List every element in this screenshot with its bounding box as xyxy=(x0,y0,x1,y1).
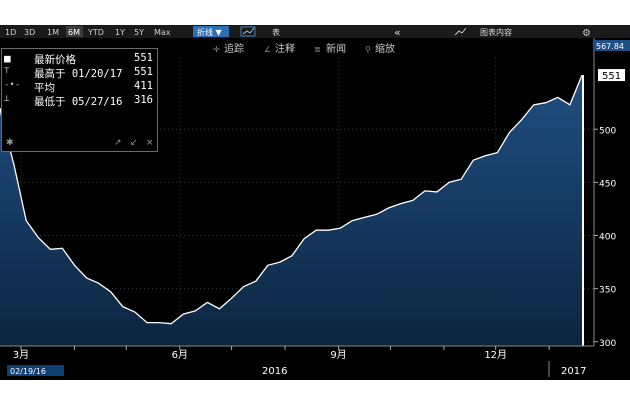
legend-expand-icon[interactable]: ↗ xyxy=(114,138,122,148)
range-tab-max[interactable]: Max xyxy=(154,28,171,37)
legend-value: 316 xyxy=(134,94,153,106)
range-tab-3d[interactable]: 3D xyxy=(24,28,35,37)
x-year-label-2016: 2016 xyxy=(262,366,287,377)
range-tab-5y[interactable]: 5Y xyxy=(134,28,144,37)
legend-footer: ✱ ↗ ↙ × xyxy=(2,138,157,151)
y-tick-label: 400 xyxy=(599,233,616,243)
average-marker-icon: -•- xyxy=(4,80,21,90)
start-date-label: 02/19/16 xyxy=(10,367,46,376)
legend-row-low: ⊥ 最低于 05/27/16 316 xyxy=(2,94,158,108)
legend-settings-icon[interactable]: ✱ xyxy=(6,138,14,148)
x-year-label-2017: 2017 xyxy=(561,366,586,377)
last-value-label: 551 xyxy=(602,71,621,82)
collapse-button[interactable]: « xyxy=(394,26,401,39)
chart-content-button[interactable]: 图表内容 xyxy=(480,27,512,37)
high-marker-icon: ⊤ xyxy=(4,66,10,76)
gear-icon[interactable]: ⚙ xyxy=(582,28,591,39)
legend-row-average: -•- 平均 411 xyxy=(2,80,158,94)
low-marker-icon: ⊥ xyxy=(4,94,10,104)
x-tick-label: 3月 xyxy=(13,349,29,361)
range-tab-1m[interactable]: 1M xyxy=(47,28,59,37)
news-icon: ≣ xyxy=(314,45,321,54)
y-tick-label: 300 xyxy=(599,339,616,349)
news-button[interactable]: 新闻 xyxy=(326,42,346,55)
annotate-button[interactable]: 注释 xyxy=(275,42,295,55)
top-value-label: 567.84 xyxy=(596,42,624,51)
legend-close-icon[interactable]: × xyxy=(146,138,154,148)
zoom-button[interactable]: 缩放 xyxy=(375,42,395,55)
table-button[interactable]: 表 xyxy=(272,27,280,37)
annotate-icon: ∠ xyxy=(264,45,271,54)
y-tick-label: 500 xyxy=(599,126,616,136)
x-tick-label: 9月 xyxy=(330,349,346,361)
chart-type-dropdown[interactable]: 折线 ▼ xyxy=(197,27,223,37)
chart-panel: 1D 3D 1M 6M YTD 1Y 5Y Max 折线 ▼ 表 « 图表内容 ⚙ ✛ 追踪 … xyxy=(0,25,630,380)
legend-label: 最新价格 xyxy=(34,54,76,66)
legend-row-high: ⊤ 最高于 01/20/17 551 xyxy=(2,66,158,80)
legend-row-last: ■ 最新价格 551 xyxy=(2,52,158,66)
range-tab-6m[interactable]: 6M xyxy=(68,28,80,37)
zoom-icon: ⚲ xyxy=(365,45,371,54)
legend-value: 551 xyxy=(134,52,153,64)
legend-value: 551 xyxy=(134,66,153,78)
y-tick-label: 350 xyxy=(599,286,616,296)
y-axis: 300 350 400 450 500 xyxy=(594,126,616,349)
legend-collapse-icon[interactable]: ↙ xyxy=(130,138,138,148)
x-tick-label: 6月 xyxy=(172,349,188,361)
x-tick-label: 12月 xyxy=(484,349,507,361)
range-tab-ytd[interactable]: YTD xyxy=(87,28,104,37)
crosshair-icon: ✛ xyxy=(213,45,220,54)
legend-square-icon: ■ xyxy=(4,52,11,65)
legend-value: 411 xyxy=(134,80,153,92)
y-tick-label: 450 xyxy=(599,179,616,189)
range-tab-1y[interactable]: 1Y xyxy=(115,28,125,37)
legend-panel[interactable]: ■ 最新价格 551 ⊤ 最高于 01/20/17 551 -•- 平均 411… xyxy=(1,48,158,152)
chart-window: 1D 3D 1M 6M YTD 1Y 5Y Max 折线 ▼ 表 « 图表内容 ⚙ ✛ 追踪 … xyxy=(0,0,630,404)
legend-label: 最高于 01/20/17 xyxy=(34,68,123,80)
x-axis: 3月 6月 9月 12月 xyxy=(13,346,550,361)
legend-label: 最低于 05/27/16 xyxy=(34,96,123,108)
track-button[interactable]: 追踪 xyxy=(224,42,244,55)
range-tab-1d[interactable]: 1D xyxy=(5,28,16,37)
legend-label: 平均 xyxy=(34,82,55,94)
